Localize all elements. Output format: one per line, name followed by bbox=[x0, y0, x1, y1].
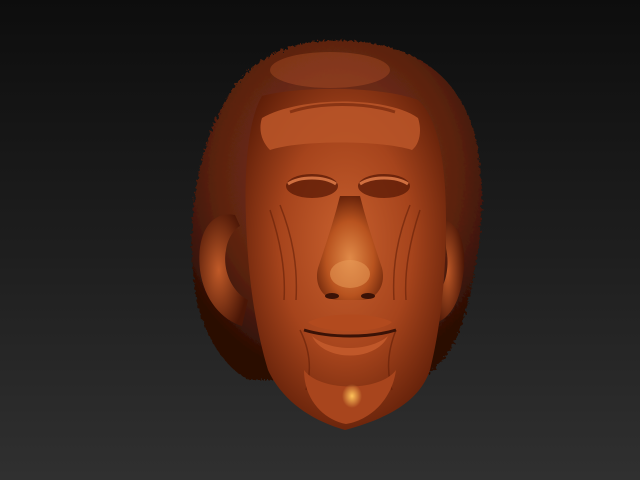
left-nostril bbox=[325, 293, 339, 299]
sculpt-viewport[interactable] bbox=[0, 0, 640, 480]
chin-glint bbox=[342, 384, 362, 408]
right-nostril bbox=[361, 293, 375, 299]
sculpted-head-render bbox=[191, 40, 483, 431]
nose-tip-highlight bbox=[330, 260, 370, 288]
forehead-highlight bbox=[270, 52, 390, 88]
